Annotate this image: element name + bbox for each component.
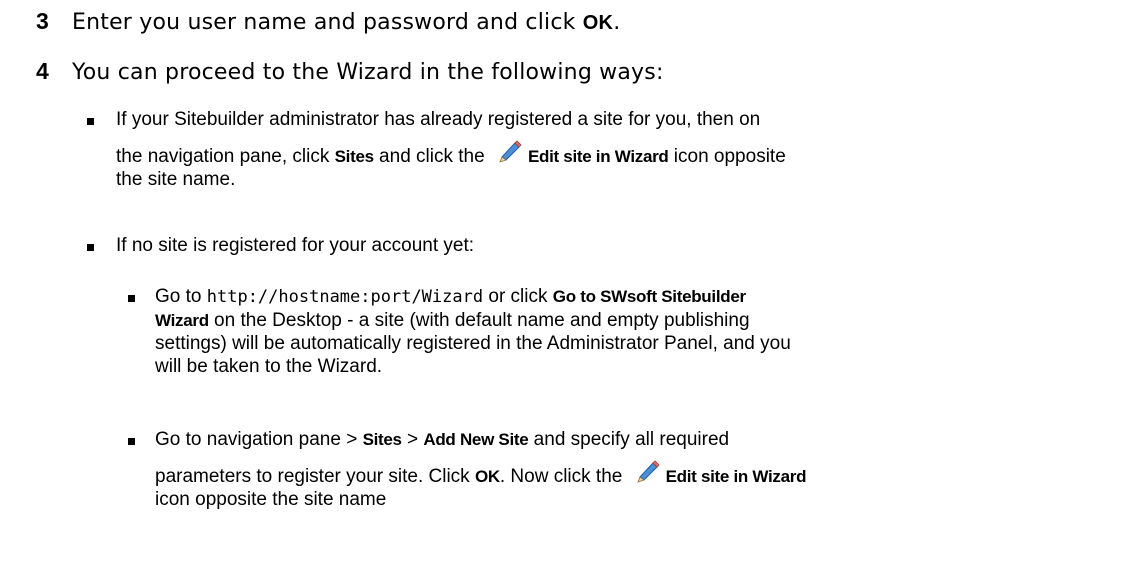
sub-bullet-marker	[128, 295, 135, 302]
sub-bullet-go-to-wizard: Go to http://hostname:port/Wizard or cli…	[155, 286, 791, 377]
ok-term: OK	[474, 467, 500, 486]
bullet-marker	[87, 118, 94, 125]
edit-site-in-wizard-term: Edit site in Wizard	[665, 467, 807, 486]
bullet-registered-site: If your Sitebuilder administrator has al…	[116, 109, 786, 190]
step-4: 4 You can proceed to the Wizard in the f…	[36, 58, 664, 85]
sites-term: Sites	[334, 147, 374, 166]
sites-term: Sites	[362, 430, 402, 449]
step-number: 4	[36, 58, 49, 84]
sub-bullet-add-new-site: Go to navigation pane > Sites > Add New …	[155, 429, 807, 510]
step-text: Enter you user name and password and cli…	[72, 10, 621, 35]
step-text: You can proceed to the Wizard in the fol…	[72, 60, 664, 85]
go-to-sitebuilder-term: Go to SWsoft Sitebuilder	[552, 287, 746, 306]
ok-term: OK	[582, 12, 614, 34]
sub-bullet-marker	[128, 438, 135, 445]
bullet-no-site: If no site is registered for your accoun…	[116, 235, 475, 256]
wizard-url: http://hostname:port/Wizard	[206, 287, 484, 307]
pencil-edit-icon	[636, 460, 660, 483]
pencil-edit-icon	[499, 140, 522, 163]
step-3: 3 Enter you user name and password and c…	[36, 8, 620, 35]
edit-site-in-wizard-term: Edit site in Wizard	[527, 147, 669, 166]
step-number: 3	[36, 8, 49, 34]
add-new-site-term: Add New Site	[423, 430, 529, 449]
bullet-marker	[87, 244, 94, 251]
